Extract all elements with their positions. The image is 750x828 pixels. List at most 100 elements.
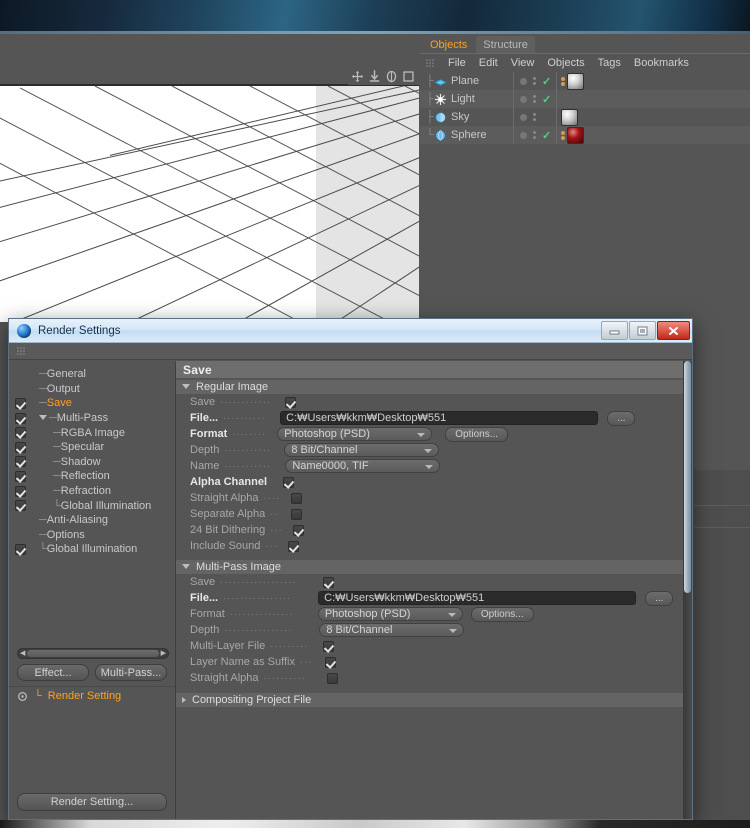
alpha-channel-checkbox[interactable] xyxy=(283,476,295,488)
dithering-checkbox[interactable] xyxy=(293,524,305,536)
tree-item-anti-aliasing[interactable]: ─ Anti-Aliasing xyxy=(9,513,175,528)
objects-menubar[interactable]: File Edit View Objects Tags Bookmarks xyxy=(420,53,750,72)
multilayer-checkbox[interactable] xyxy=(323,640,335,652)
mp-file-browse-button[interactable]: ... xyxy=(645,590,674,606)
tree-buttons[interactable]: Effect... Multi-Pass... xyxy=(9,659,175,682)
row-format[interactable]: Format ........ Photoshop (PSD) Options.… xyxy=(176,426,692,442)
move-icon[interactable] xyxy=(351,70,364,83)
dialog-toolbar-strip[interactable] xyxy=(9,343,692,360)
row-depth[interactable]: Depth ........... 8 Bit/Channel xyxy=(176,442,692,458)
tree-item-checkbox[interactable] xyxy=(14,500,26,512)
mp-straight-alpha-checkbox[interactable] xyxy=(326,672,338,684)
tree-item-checkbox[interactable] xyxy=(14,441,26,453)
row-straight-alpha[interactable]: Straight Alpha .... xyxy=(176,490,692,506)
scroll-right-icon[interactable]: ▶ xyxy=(161,650,166,657)
object-visibility-dots[interactable]: ✓ xyxy=(513,126,557,144)
close-button[interactable] xyxy=(657,321,690,340)
enabled-check-icon[interactable]: ✓ xyxy=(542,75,551,88)
tree-item-global-illumination[interactable]: └ Global Illumination xyxy=(9,498,175,513)
tree-item-output[interactable]: ─ Output xyxy=(9,382,175,397)
material-tag-icon[interactable] xyxy=(567,126,584,144)
objects-manager[interactable]: Objects Structure File Edit View Objects… xyxy=(420,36,750,148)
chevron-right-icon[interactable] xyxy=(182,697,186,703)
material-tag-icon[interactable] xyxy=(567,72,584,90)
render-setting-entry[interactable]: └ Render Setting xyxy=(9,686,175,705)
scroll-thumb[interactable] xyxy=(27,650,159,658)
settings-tree-pane[interactable]: ─ General ─ Output ─ Save ─ Multi-Pass ─ RGBA Ima… xyxy=(9,361,176,819)
object-tags[interactable] xyxy=(557,108,578,126)
row-include-sound[interactable]: Include Sound ... xyxy=(176,538,692,554)
row-dithering[interactable]: 24 Bit Dithering ... xyxy=(176,522,692,538)
tab-objects[interactable]: Objects xyxy=(423,36,475,53)
row-mp-depth[interactable]: Depth ................ 8 Bit/Channel xyxy=(176,622,692,638)
save-checkbox[interactable] xyxy=(285,396,297,408)
menu-objects[interactable]: Objects xyxy=(547,57,584,69)
group-compositing-project-file[interactable]: Compositing Project File xyxy=(176,693,692,707)
mp-format-select[interactable]: Photoshop (PSD) xyxy=(317,607,463,621)
chevron-down-icon[interactable] xyxy=(424,449,433,453)
object-tags[interactable] xyxy=(557,72,584,90)
tree-item-checkbox[interactable] xyxy=(14,427,26,439)
chevron-down-icon[interactable] xyxy=(447,613,456,617)
tree-item-checkbox[interactable] xyxy=(14,397,26,409)
object-row-plane[interactable]: ├ Plane ✓ xyxy=(420,72,750,90)
mp-save-checkbox[interactable] xyxy=(323,576,335,588)
drag-handle-icon[interactable] xyxy=(17,346,26,356)
maximize-button[interactable] xyxy=(629,321,656,340)
chevron-down-icon[interactable] xyxy=(425,465,434,469)
dialog-titlebar[interactable]: Render Settings xyxy=(9,319,692,343)
tree-horizontal-scrollbar[interactable]: ◀ ▶ xyxy=(17,648,169,660)
pan-icon[interactable] xyxy=(368,70,381,83)
row-mp-format[interactable]: Format ............... Photoshop (PSD) O… xyxy=(176,606,692,622)
group-regular-image[interactable]: Regular Image xyxy=(176,380,692,394)
tree-item-multi-pass[interactable]: ─ Multi-Pass xyxy=(9,411,175,426)
chevron-down-icon[interactable] xyxy=(417,433,426,437)
menu-tags[interactable]: Tags xyxy=(598,57,621,69)
object-visibility-dots[interactable] xyxy=(513,108,557,126)
viewport-toolbar[interactable] xyxy=(348,68,420,85)
tree-item-checkbox[interactable] xyxy=(14,485,26,497)
tree-item-checkbox[interactable] xyxy=(14,412,26,424)
multipass-button[interactable]: Multi-Pass... xyxy=(95,664,167,682)
menu-view[interactable]: View xyxy=(511,57,535,69)
row-multilayer[interactable]: Multi-Layer File ......... xyxy=(176,638,692,654)
object-tags[interactable] xyxy=(557,126,584,144)
tree-item-refraction[interactable]: ─ Refraction xyxy=(9,484,175,499)
chevron-down-icon[interactable] xyxy=(449,629,458,633)
render-settings-dialog[interactable]: Render Settings ─ General ─ Output ─ Sav… xyxy=(8,318,693,820)
group-multipass-image[interactable]: Multi-Pass Image xyxy=(176,560,692,574)
mp-file-path-input[interactable]: C:₩Users₩kkm₩Desktop₩551 xyxy=(318,591,637,605)
menu-bookmarks[interactable]: Bookmarks xyxy=(634,57,689,69)
chevron-down-icon[interactable] xyxy=(182,384,190,389)
row-layer-suffix[interactable]: Layer Name as Suffix ... xyxy=(176,654,692,670)
tree-item-global-illumination[interactable]: └ Global Illumination xyxy=(9,542,175,557)
layer-suffix-checkbox[interactable] xyxy=(324,656,336,668)
row-mp-save[interactable]: Save .................. xyxy=(176,574,692,590)
format-options-button[interactable]: Options... xyxy=(445,426,509,442)
objects-tabbar[interactable]: Objects Structure xyxy=(420,36,750,53)
tree-item-checkbox[interactable] xyxy=(14,470,26,482)
file-path-input[interactable]: C:₩Users₩kkm₩Desktop₩551 xyxy=(280,411,599,425)
object-visibility-dots[interactable]: ✓ xyxy=(513,90,557,108)
3d-viewport[interactable] xyxy=(0,84,419,322)
frame-icon[interactable] xyxy=(402,70,415,83)
chevron-down-icon[interactable] xyxy=(39,415,47,421)
window-controls[interactable] xyxy=(601,321,690,340)
separate-alpha-checkbox[interactable] xyxy=(291,508,303,520)
enabled-check-icon[interactable]: ✓ xyxy=(542,93,551,106)
tab-structure[interactable]: Structure xyxy=(476,36,535,53)
include-sound-checkbox[interactable] xyxy=(288,540,300,552)
menu-edit[interactable]: Edit xyxy=(479,57,498,69)
tree-item-save[interactable]: ─ Save xyxy=(9,396,175,411)
object-tree[interactable]: ├ Plane ✓ ├ Light ✓ ├ Sky └ Sphere ✓ xyxy=(420,72,750,144)
row-mp-file[interactable]: File... ................ C:₩Users₩kkm₩De… xyxy=(176,590,692,606)
file-browse-button[interactable]: ... xyxy=(607,410,636,426)
tree-item-reflection[interactable]: ─ Reflection xyxy=(9,469,175,484)
format-select[interactable]: Photoshop (PSD) xyxy=(277,427,433,441)
drag-handle-icon[interactable] xyxy=(426,58,435,68)
rotate-icon[interactable] xyxy=(385,70,398,83)
straight-alpha-checkbox[interactable] xyxy=(290,492,302,504)
settings-pane[interactable]: Save Regular Image Save ............ Fil… xyxy=(176,361,692,819)
name-select[interactable]: Name0000, TIF xyxy=(285,459,441,473)
depth-select[interactable]: 8 Bit/Channel xyxy=(284,443,440,457)
